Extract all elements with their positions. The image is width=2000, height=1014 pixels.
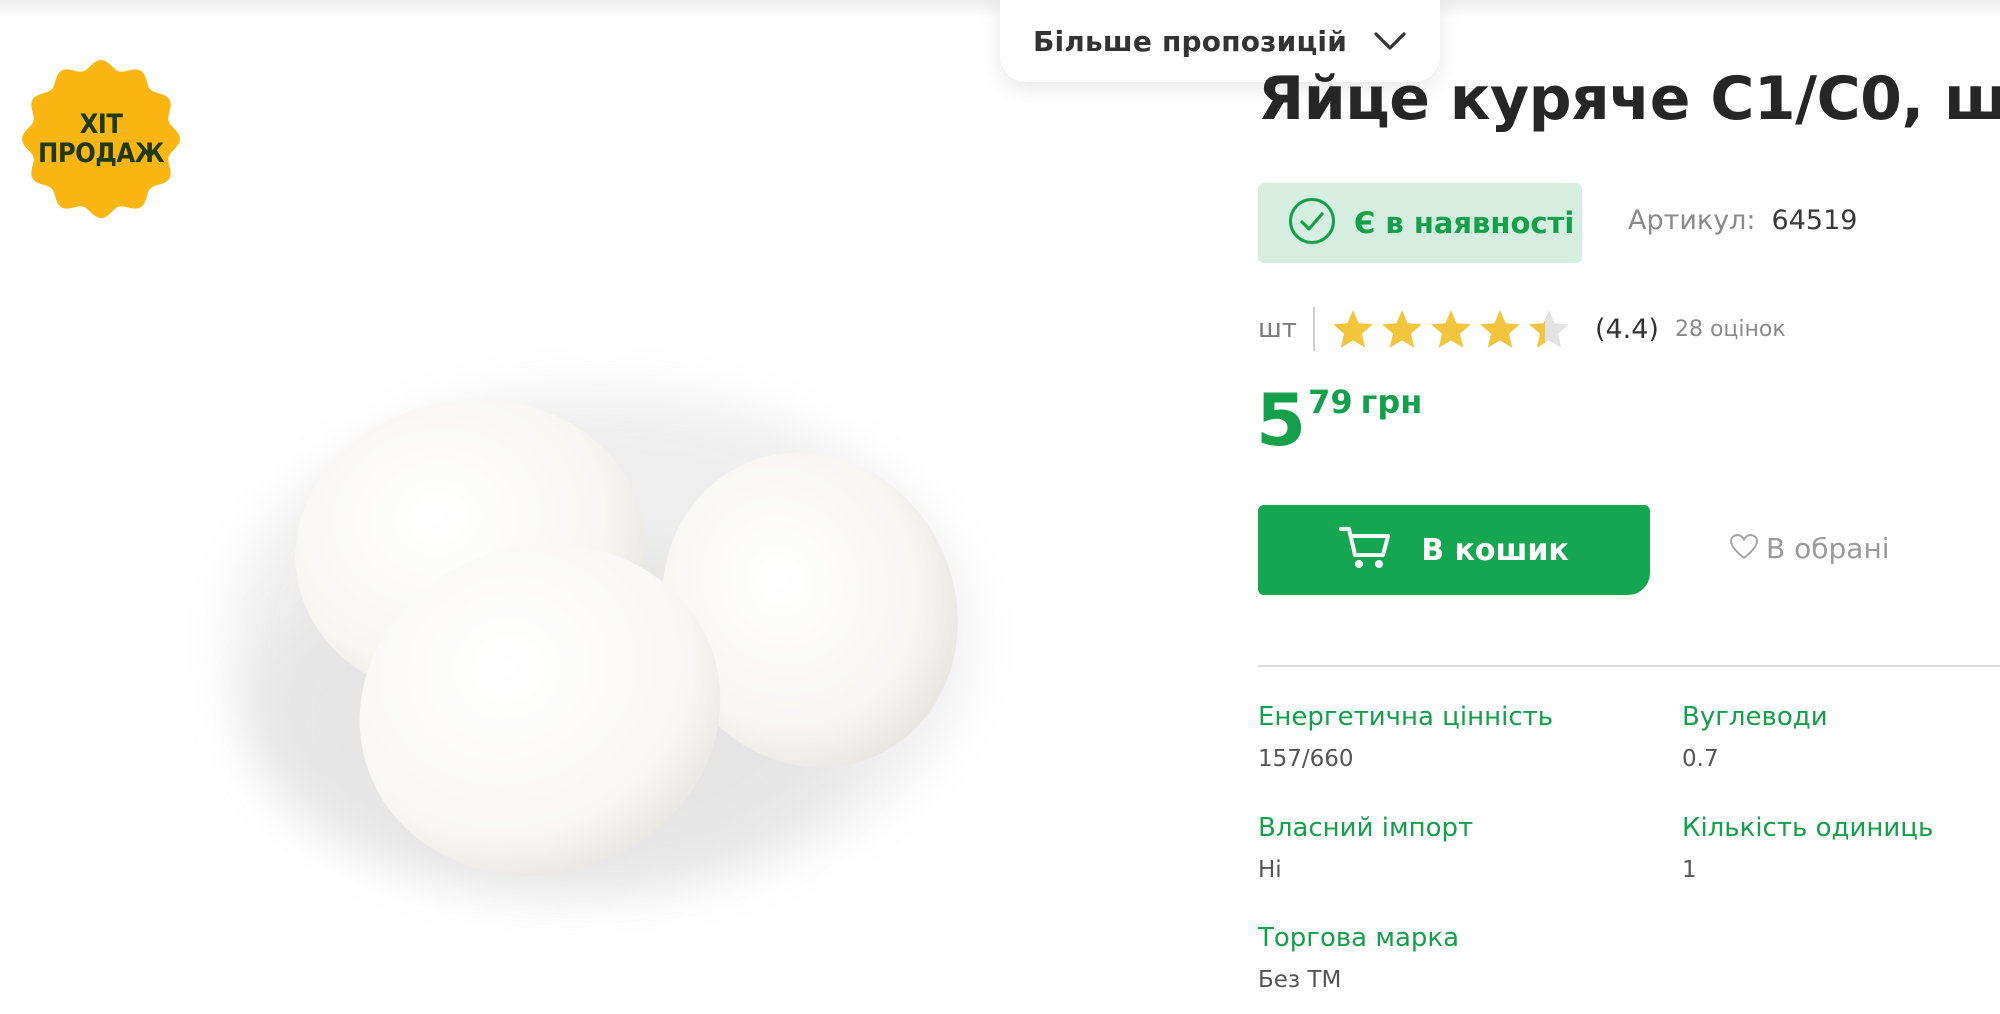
attribute-value: 1 xyxy=(1682,857,1697,883)
attribute-value: 0.7 xyxy=(1682,746,1719,772)
rating-stars[interactable] xyxy=(1331,308,1571,350)
attribute-energy: Енергетична цінність 157/660 xyxy=(1258,702,1553,772)
sku-label: Артикул: xyxy=(1628,205,1756,236)
price: 5 79 грн xyxy=(1256,380,1422,460)
attribute-own-import: Власний імпорт Ні xyxy=(1258,813,1473,883)
price-currency: грн xyxy=(1360,383,1423,421)
section-divider xyxy=(1258,665,2000,667)
star-icon xyxy=(1382,310,1422,348)
chevron-down-icon xyxy=(1373,30,1407,52)
attribute-label: Торгова марка xyxy=(1258,923,1460,953)
divider xyxy=(1312,307,1315,351)
star-icon xyxy=(1333,310,1373,348)
unit-label: шт xyxy=(1258,314,1297,344)
rating-row: шт (4.4) 28 оцінок xyxy=(1258,306,1786,352)
star-icon xyxy=(1529,310,1569,348)
heart-icon xyxy=(1729,533,1759,564)
product-image xyxy=(150,300,1050,960)
badge-line-1: ХІТ xyxy=(79,109,123,140)
attribute-value: Без ТМ xyxy=(1258,967,1342,993)
more-offers-label: Більше пропозицій xyxy=(1032,24,1348,58)
rating-count[interactable]: 28 оцінок xyxy=(1675,317,1786,342)
star-icon xyxy=(1480,310,1520,348)
add-to-cart-button[interactable]: В кошик xyxy=(1258,505,1650,595)
attribute-value: Ні xyxy=(1258,857,1282,883)
attribute-units-count: Кількість одиниць 1 xyxy=(1682,813,1933,883)
attribute-brand: Торгова марка Без ТМ xyxy=(1258,923,1459,993)
product-page: Більше пропозицій ХІТ ПРОДАЖ Яйце куряче… xyxy=(0,0,2000,1014)
availability-label: Є в наявності xyxy=(1354,206,1575,240)
attribute-value: 157/660 xyxy=(1258,746,1354,772)
product-title: Яйце куряче С1/С0, шт xyxy=(1258,64,2000,134)
add-to-cart-label: В кошик xyxy=(1421,532,1569,568)
rating-value: (4.4) xyxy=(1594,313,1659,345)
attribute-label: Енергетична цінність xyxy=(1258,702,1554,732)
bestseller-badge: ХІТ ПРОДАЖ xyxy=(20,58,182,220)
attribute-label: Кількість одиниць xyxy=(1682,813,1934,843)
add-to-favorites-label: В обрані xyxy=(1766,532,1890,565)
attribute-carbs: Вуглеводи 0.7 xyxy=(1682,702,1828,772)
add-to-favorites-button[interactable]: В обрані xyxy=(1729,532,1890,565)
sku-value: 64519 xyxy=(1771,205,1858,236)
sku: Артикул: 64519 xyxy=(1628,205,1857,236)
attribute-label: Вуглеводи xyxy=(1682,702,1828,732)
badge-line-2: ПРОДАЖ xyxy=(38,138,164,169)
attribute-label: Власний імпорт xyxy=(1258,813,1474,843)
star-icon xyxy=(1431,310,1471,348)
price-integer: 5 xyxy=(1256,378,1307,462)
check-circle-icon xyxy=(1288,197,1336,249)
availability-badge: Є в наявності xyxy=(1258,183,1582,263)
cart-icon xyxy=(1339,525,1391,575)
price-fraction: 79 xyxy=(1308,383,1353,421)
